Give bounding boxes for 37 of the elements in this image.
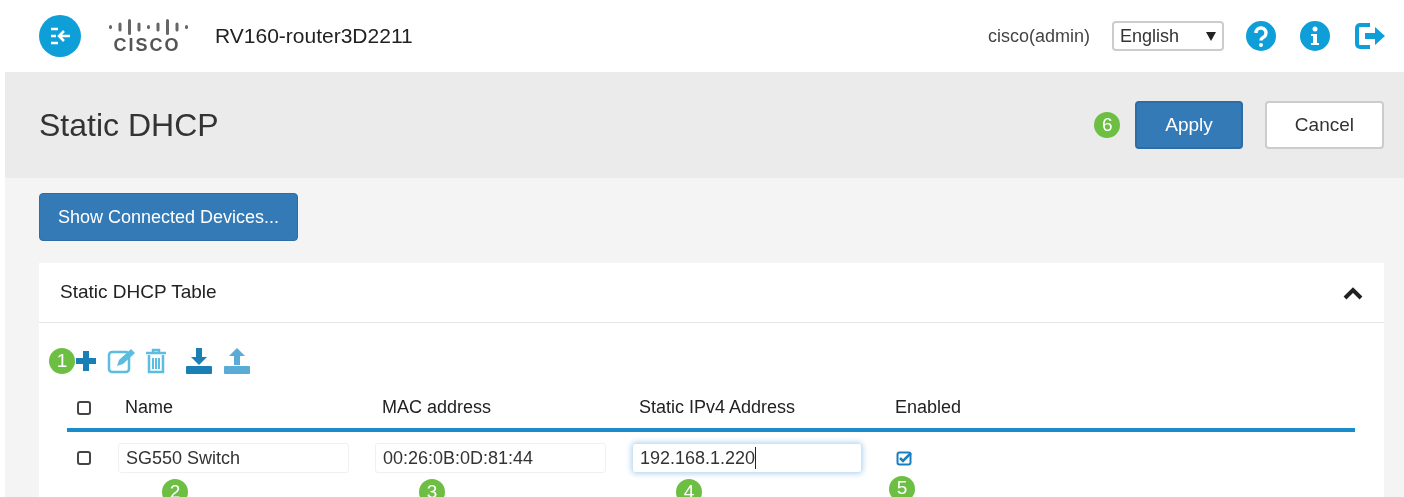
callout-badge: 1 — [49, 348, 75, 374]
menu-toggle-icon[interactable] — [39, 15, 81, 57]
collapse-icon[interactable] — [1343, 285, 1363, 300]
name-field[interactable]: SG550 Switch — [118, 443, 349, 473]
logo-text: CISCO — [113, 36, 181, 54]
ip-address-field[interactable]: 192.168.1.220 — [632, 443, 862, 473]
column-header: MAC address — [381, 396, 493, 419]
apply-button[interactable]: Apply — [1135, 101, 1243, 149]
text-cursor — [755, 447, 757, 469]
logout-icon[interactable] — [1354, 21, 1386, 51]
column-header: Static IPv4 Address — [638, 396, 797, 419]
checkbox[interactable] — [77, 400, 91, 415]
card-title: Static DHCP Table — [60, 280, 217, 305]
callout-badge: 4 — [676, 479, 702, 497]
page-title: Static DHCP — [39, 106, 219, 145]
column-header: Name — [124, 396, 174, 419]
checkbox[interactable] — [896, 449, 913, 467]
device-name: RV160-router3D2211 — [215, 23, 413, 50]
delete-icon[interactable] — [145, 348, 167, 374]
cancel-button[interactable]: Cancel — [1264, 101, 1384, 149]
help-icon[interactable] — [1246, 21, 1276, 51]
dropdown-icon — [1206, 31, 1216, 41]
edit-icon[interactable] — [107, 348, 135, 374]
language-select[interactable]: English — [1112, 21, 1224, 51]
callout-badge: 3 — [419, 479, 445, 497]
callout-badge: 2 — [162, 479, 188, 497]
callout-badge: 6 — [1094, 112, 1121, 138]
user-label: cisco(admin) — [987, 24, 1090, 48]
checkbox[interactable] — [77, 451, 91, 465]
upload-icon[interactable] — [223, 347, 251, 375]
column-header: Enabled — [894, 396, 963, 419]
download-icon[interactable] — [185, 347, 213, 375]
show-devices-button[interactable]: Show Connected Devices... — [39, 193, 299, 241]
add-icon[interactable] — [75, 350, 97, 372]
info-icon[interactable] — [1300, 21, 1330, 51]
mac-address-field[interactable]: 00:26:0B:0D:81:44 — [375, 443, 606, 473]
callout-badge: 5 — [889, 475, 915, 497]
